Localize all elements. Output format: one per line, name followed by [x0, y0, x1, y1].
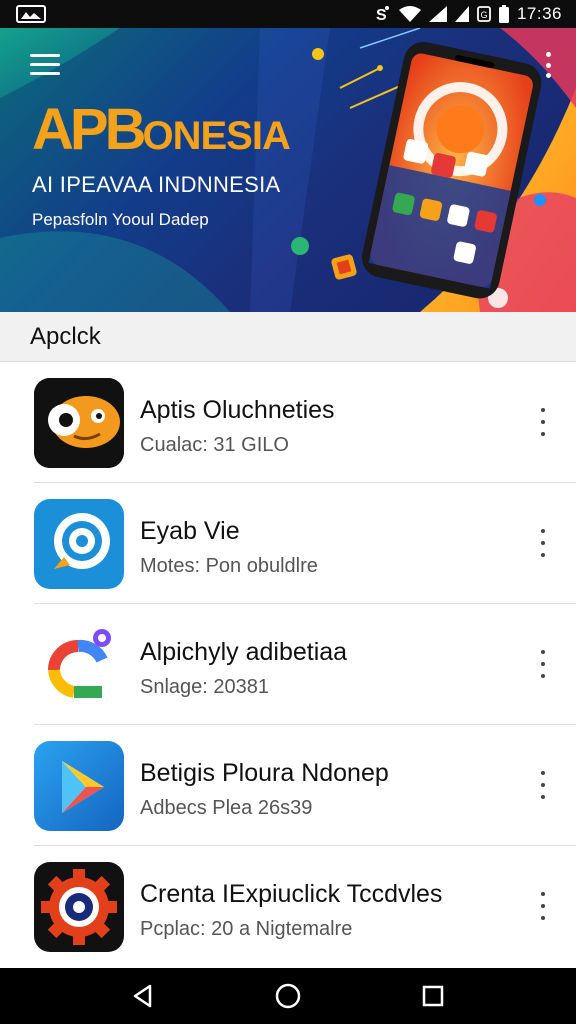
hero-banner: APBONESIA AI IPEAVAA INDNNESIA Pepasfoln…	[0, 28, 576, 312]
svg-text:G: G	[480, 10, 487, 20]
app-meta: Cualac: 31 GILO	[140, 434, 289, 456]
app-meta: Adbecs Plea 26s39	[140, 797, 313, 819]
app-meta: Snlage: 20381	[140, 676, 270, 698]
app-title: Betigis Ploura Ndonep	[140, 759, 389, 787]
more-vertical-icon[interactable]	[534, 892, 552, 920]
target-chat-icon	[34, 499, 124, 589]
play-triangle-icon	[34, 741, 124, 831]
status-left	[16, 5, 46, 23]
brand-prefix: AP	[32, 97, 109, 162]
svg-text:S: S	[376, 7, 387, 23]
home-icon[interactable]	[268, 976, 308, 1016]
gallery-icon	[16, 5, 46, 23]
list-item[interactable]: Crenta IExpiuclick Tccdvles Pcplac: 20 a…	[0, 846, 576, 967]
nfc-icon: S	[376, 6, 389, 23]
data-saver-icon: G	[477, 6, 491, 22]
hero-tagline: Pepasfoln Yooul Dadep	[32, 210, 209, 229]
recents-icon[interactable]	[413, 976, 453, 1016]
list-item[interactable]: Betigis Ploura Ndonep Adbecs Plea 26s39	[0, 725, 576, 846]
app-meta: Pcplac: 20 a Nigtemalre	[140, 918, 353, 940]
more-vertical-icon[interactable]	[534, 650, 552, 678]
back-icon[interactable]	[123, 976, 163, 1016]
app-meta: Motes: Pon obuldlre	[140, 555, 318, 577]
app-title: Eyab Vie	[140, 517, 240, 545]
brand-rest: ONESIA	[142, 114, 290, 158]
section-header: Apclck	[0, 312, 576, 362]
hamburger-menu-icon[interactable]	[30, 54, 60, 76]
list-item[interactable]: Eyab Vie Motes: Pon obuldlre	[0, 483, 576, 604]
list-item[interactable]: Alpichyly adibetiaa Snlage: 20381	[0, 604, 576, 725]
hero-brand: APBONESIA	[32, 96, 291, 163]
battery-icon	[498, 5, 509, 23]
signal-icon	[428, 6, 447, 22]
navigation-bar	[0, 968, 576, 1024]
hero-subtitle: AI IPEAVAA INDNNESIA	[32, 172, 281, 197]
more-vertical-icon[interactable]	[534, 529, 552, 557]
app-title: Crenta IExpiuclick Tccdvles	[140, 880, 443, 908]
status-bar: S G 17:36	[0, 0, 576, 28]
clock: 17:36	[516, 4, 562, 23]
more-vertical-icon[interactable]	[534, 771, 552, 799]
gear-eye-icon	[34, 862, 124, 952]
list-item[interactable]: Aptis Oluchneties Cualac: 31 GILO	[0, 362, 576, 483]
more-vertical-icon[interactable]	[542, 52, 554, 78]
app-title: Aptis Oluchneties	[140, 396, 335, 424]
section-title: Apclck	[30, 322, 101, 350]
more-vertical-icon[interactable]	[534, 408, 552, 436]
cartoon-face-icon	[34, 378, 124, 468]
brand-middle: B	[104, 97, 147, 162]
wifi-icon	[398, 6, 421, 22]
colorful-pin-icon	[34, 620, 124, 710]
app-list: Aptis Oluchneties Cualac: 31 GILO Eyab V…	[0, 362, 576, 968]
status-icons: S G 17:36	[375, 4, 562, 24]
signal-icon	[454, 6, 469, 22]
hero-illustration	[0, 28, 576, 312]
app-title: Alpichyly adibetiaa	[140, 638, 348, 666]
